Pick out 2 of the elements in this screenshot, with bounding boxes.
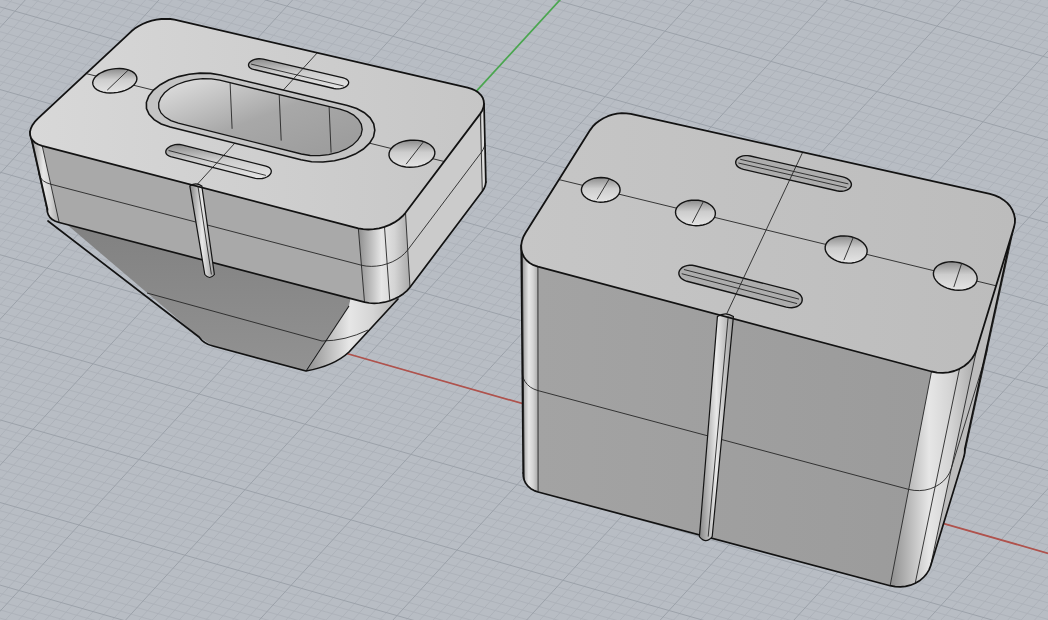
round-hole — [824, 235, 868, 264]
round-hole — [674, 199, 717, 227]
